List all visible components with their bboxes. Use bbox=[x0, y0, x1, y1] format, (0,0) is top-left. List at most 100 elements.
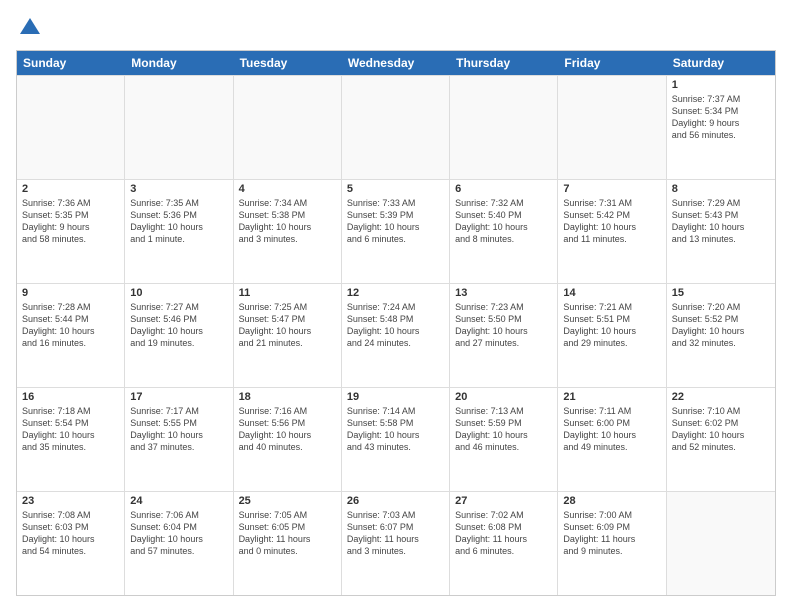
calendar-cell: 5 Sunrise: 7:33 AM Sunset: 5:39 PM Daylig… bbox=[342, 180, 450, 283]
day-number: 26 bbox=[347, 495, 444, 507]
day-info: Sunrise: 7:00 AM Sunset: 6:09 PM Dayligh… bbox=[563, 509, 660, 558]
day-number: 6 bbox=[455, 183, 552, 195]
calendar-cell: 18 Sunrise: 7:16 AM Sunset: 5:56 PM Dayli… bbox=[234, 388, 342, 491]
calendar-cell: 7 Sunrise: 7:31 AM Sunset: 5:42 PM Daylig… bbox=[558, 180, 666, 283]
day-info: Sunrise: 7:16 AM Sunset: 5:56 PM Dayligh… bbox=[239, 405, 336, 454]
day-number: 20 bbox=[455, 391, 552, 403]
calendar-cell: 8 Sunrise: 7:29 AM Sunset: 5:43 PM Daylig… bbox=[667, 180, 775, 283]
day-info: Sunrise: 7:31 AM Sunset: 5:42 PM Dayligh… bbox=[563, 197, 660, 246]
calendar-header-cell: Tuesday bbox=[234, 51, 342, 75]
day-info: Sunrise: 7:23 AM Sunset: 5:50 PM Dayligh… bbox=[455, 301, 552, 350]
calendar-header-cell: Thursday bbox=[450, 51, 558, 75]
logo-text bbox=[16, 16, 42, 40]
day-info: Sunrise: 7:29 AM Sunset: 5:43 PM Dayligh… bbox=[672, 197, 770, 246]
day-info: Sunrise: 7:34 AM Sunset: 5:38 PM Dayligh… bbox=[239, 197, 336, 246]
calendar-header: SundayMondayTuesdayWednesdayThursdayFrid… bbox=[17, 51, 775, 75]
calendar-row: 9 Sunrise: 7:28 AM Sunset: 5:44 PM Daylig… bbox=[17, 283, 775, 387]
logo bbox=[16, 16, 42, 40]
calendar-cell: 17 Sunrise: 7:17 AM Sunset: 5:55 PM Dayli… bbox=[125, 388, 233, 491]
day-info: Sunrise: 7:18 AM Sunset: 5:54 PM Dayligh… bbox=[22, 405, 119, 454]
calendar-header-cell: Monday bbox=[125, 51, 233, 75]
calendar-cell bbox=[234, 76, 342, 179]
day-info: Sunrise: 7:17 AM Sunset: 5:55 PM Dayligh… bbox=[130, 405, 227, 454]
calendar-cell: 9 Sunrise: 7:28 AM Sunset: 5:44 PM Daylig… bbox=[17, 284, 125, 387]
calendar-cell: 11Sunrise: 7:25 AM Sunset: 5:47 PM Dayli… bbox=[234, 284, 342, 387]
calendar-header-cell: Sunday bbox=[17, 51, 125, 75]
calendar-cell bbox=[667, 492, 775, 595]
day-number: 13 bbox=[455, 287, 552, 299]
calendar-cell bbox=[342, 76, 450, 179]
day-number: 9 bbox=[22, 287, 119, 299]
day-number: 27 bbox=[455, 495, 552, 507]
calendar-cell: 19 Sunrise: 7:14 AM Sunset: 5:58 PM Dayli… bbox=[342, 388, 450, 491]
day-number: 22 bbox=[672, 391, 770, 403]
header bbox=[16, 16, 776, 40]
day-number: 10 bbox=[130, 287, 227, 299]
day-info: Sunrise: 7:35 AM Sunset: 5:36 PM Dayligh… bbox=[130, 197, 227, 246]
day-number: 5 bbox=[347, 183, 444, 195]
day-number: 7 bbox=[563, 183, 660, 195]
day-info: Sunrise: 7:37 AM Sunset: 5:34 PM Dayligh… bbox=[672, 93, 770, 142]
day-info: Sunrise: 7:24 AM Sunset: 5:48 PM Dayligh… bbox=[347, 301, 444, 350]
day-info: Sunrise: 7:14 AM Sunset: 5:58 PM Dayligh… bbox=[347, 405, 444, 454]
calendar-cell: 22 Sunrise: 7:10 AM Sunset: 6:02 PM Dayli… bbox=[667, 388, 775, 491]
page: SundayMondayTuesdayWednesdayThursdayFrid… bbox=[0, 0, 792, 612]
day-info: Sunrise: 7:33 AM Sunset: 5:39 PM Dayligh… bbox=[347, 197, 444, 246]
day-info: Sunrise: 7:28 AM Sunset: 5:44 PM Dayligh… bbox=[22, 301, 119, 350]
day-number: 15 bbox=[672, 287, 770, 299]
calendar-cell: 1 Sunrise: 7:37 AM Sunset: 5:34 PM Daylig… bbox=[667, 76, 775, 179]
calendar-cell: 10 Sunrise: 7:27 AM Sunset: 5:46 PM Dayli… bbox=[125, 284, 233, 387]
calendar-cell: 3 Sunrise: 7:35 AM Sunset: 5:36 PM Daylig… bbox=[125, 180, 233, 283]
day-number: 1 bbox=[672, 79, 770, 91]
calendar-cell: 15 Sunrise: 7:20 AM Sunset: 5:52 PM Dayli… bbox=[667, 284, 775, 387]
calendar-cell: 21Sunrise: 7:11 AM Sunset: 6:00 PM Dayli… bbox=[558, 388, 666, 491]
day-info: Sunrise: 7:08 AM Sunset: 6:03 PM Dayligh… bbox=[22, 509, 119, 558]
calendar-cell bbox=[17, 76, 125, 179]
day-info: Sunrise: 7:03 AM Sunset: 6:07 PM Dayligh… bbox=[347, 509, 444, 558]
calendar-cell: 12 Sunrise: 7:24 AM Sunset: 5:48 PM Dayli… bbox=[342, 284, 450, 387]
calendar-header-cell: Friday bbox=[558, 51, 666, 75]
day-info: Sunrise: 7:13 AM Sunset: 5:59 PM Dayligh… bbox=[455, 405, 552, 454]
day-info: Sunrise: 7:02 AM Sunset: 6:08 PM Dayligh… bbox=[455, 509, 552, 558]
day-info: Sunrise: 7:05 AM Sunset: 6:05 PM Dayligh… bbox=[239, 509, 336, 558]
day-number: 18 bbox=[239, 391, 336, 403]
calendar-cell: 4 Sunrise: 7:34 AM Sunset: 5:38 PM Daylig… bbox=[234, 180, 342, 283]
calendar-cell: 23 Sunrise: 7:08 AM Sunset: 6:03 PM Dayli… bbox=[17, 492, 125, 595]
calendar-row: 1 Sunrise: 7:37 AM Sunset: 5:34 PM Daylig… bbox=[17, 75, 775, 179]
calendar-cell bbox=[125, 76, 233, 179]
day-number: 28 bbox=[563, 495, 660, 507]
day-number: 23 bbox=[22, 495, 119, 507]
day-number: 4 bbox=[239, 183, 336, 195]
calendar-row: 2 Sunrise: 7:36 AM Sunset: 5:35 PM Daylig… bbox=[17, 179, 775, 283]
calendar-cell: 6 Sunrise: 7:32 AM Sunset: 5:40 PM Daylig… bbox=[450, 180, 558, 283]
day-info: Sunrise: 7:10 AM Sunset: 6:02 PM Dayligh… bbox=[672, 405, 770, 454]
day-number: 19 bbox=[347, 391, 444, 403]
day-number: 2 bbox=[22, 183, 119, 195]
day-info: Sunrise: 7:21 AM Sunset: 5:51 PM Dayligh… bbox=[563, 301, 660, 350]
day-number: 12 bbox=[347, 287, 444, 299]
day-info: Sunrise: 7:27 AM Sunset: 5:46 PM Dayligh… bbox=[130, 301, 227, 350]
calendar-cell: 28 Sunrise: 7:00 AM Sunset: 6:09 PM Dayli… bbox=[558, 492, 666, 595]
calendar-row: 23 Sunrise: 7:08 AM Sunset: 6:03 PM Dayli… bbox=[17, 491, 775, 595]
calendar-cell: 27 Sunrise: 7:02 AM Sunset: 6:08 PM Dayli… bbox=[450, 492, 558, 595]
day-number: 3 bbox=[130, 183, 227, 195]
logo-icon bbox=[18, 16, 42, 40]
day-number: 11 bbox=[239, 287, 336, 299]
calendar-cell: 2 Sunrise: 7:36 AM Sunset: 5:35 PM Daylig… bbox=[17, 180, 125, 283]
day-info: Sunrise: 7:32 AM Sunset: 5:40 PM Dayligh… bbox=[455, 197, 552, 246]
calendar-cell: 26 Sunrise: 7:03 AM Sunset: 6:07 PM Dayli… bbox=[342, 492, 450, 595]
calendar-row: 16 Sunrise: 7:18 AM Sunset: 5:54 PM Dayli… bbox=[17, 387, 775, 491]
calendar-cell bbox=[558, 76, 666, 179]
day-info: Sunrise: 7:11 AM Sunset: 6:00 PM Dayligh… bbox=[563, 405, 660, 454]
day-number: 25 bbox=[239, 495, 336, 507]
day-info: Sunrise: 7:36 AM Sunset: 5:35 PM Dayligh… bbox=[22, 197, 119, 246]
day-number: 17 bbox=[130, 391, 227, 403]
day-info: Sunrise: 7:06 AM Sunset: 6:04 PM Dayligh… bbox=[130, 509, 227, 558]
calendar-cell: 24Sunrise: 7:06 AM Sunset: 6:04 PM Dayli… bbox=[125, 492, 233, 595]
day-info: Sunrise: 7:20 AM Sunset: 5:52 PM Dayligh… bbox=[672, 301, 770, 350]
calendar-body: 1 Sunrise: 7:37 AM Sunset: 5:34 PM Daylig… bbox=[17, 75, 775, 595]
day-number: 16 bbox=[22, 391, 119, 403]
day-number: 8 bbox=[672, 183, 770, 195]
calendar: SundayMondayTuesdayWednesdayThursdayFrid… bbox=[16, 50, 776, 596]
calendar-cell: 14Sunrise: 7:21 AM Sunset: 5:51 PM Dayli… bbox=[558, 284, 666, 387]
